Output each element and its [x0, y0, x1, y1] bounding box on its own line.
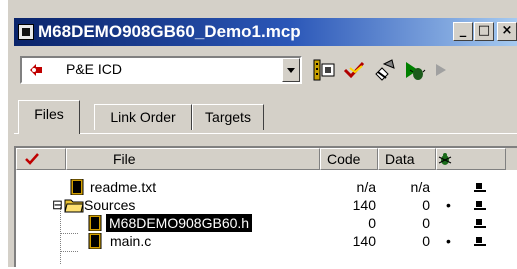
project-window: M68DEMO908GB60_Demo1.mcp _ □ × P&E ICD F… — [0, 0, 517, 267]
column-code[interactable]: Code — [320, 148, 378, 170]
tab-link-order[interactable]: Link Order — [94, 104, 192, 130]
collapse-icon[interactable]: ⊟ — [52, 196, 63, 214]
code-size: n/a — [356, 179, 376, 195]
debug-toggle-icon[interactable] — [474, 200, 486, 211]
folder-icon — [64, 199, 84, 213]
toolbar: P&E ICD — [14, 52, 517, 92]
data-size: 0 — [422, 215, 430, 231]
window-border — [8, 0, 12, 267]
target-icon — [30, 64, 42, 76]
data-size: n/a — [410, 179, 430, 195]
file-name: M68DEMO908GB60.h — [106, 214, 253, 232]
title-bar[interactable]: M68DEMO908GB60_Demo1.mcp _ □ × — [14, 18, 517, 46]
window-title: M68DEMO908GB60_Demo1.mcp — [38, 22, 301, 41]
file-list: File Code Data readme.txt n/a n/a ⊟ Sour… — [14, 146, 517, 267]
folder-name: Sources — [84, 197, 136, 213]
tree-branch — [60, 251, 78, 252]
file-icon — [70, 179, 84, 195]
column-data[interactable]: Data — [378, 148, 436, 170]
file-name: readme.txt — [90, 179, 157, 195]
table-row[interactable]: ⊟ Sources 140 0 • — [16, 196, 506, 214]
bug-icon — [438, 153, 452, 165]
data-size: 0 — [422, 233, 430, 249]
maximize-button[interactable]: □ — [474, 22, 494, 41]
code-size: 140 — [352, 233, 376, 249]
column-check[interactable] — [16, 148, 66, 170]
tab-bar: Files Link Order Targets — [14, 96, 517, 136]
minimize-button[interactable]: _ — [453, 22, 473, 41]
debug-toggle-icon[interactable] — [474, 218, 486, 229]
modified-dot: • — [446, 233, 451, 249]
tab-divider — [14, 133, 517, 134]
tab-targets[interactable]: Targets — [192, 104, 264, 130]
table-row[interactable]: readme.txt n/a n/a — [16, 178, 506, 196]
table-row[interactable]: main.c 140 0 • — [16, 232, 506, 250]
settings-icon[interactable] — [312, 58, 336, 82]
column-file[interactable]: File — [66, 148, 320, 170]
file-icon — [88, 215, 102, 231]
column-header: File Code Data — [16, 148, 517, 170]
column-debug[interactable] — [436, 148, 506, 170]
debug-toggle-icon[interactable] — [474, 182, 486, 193]
target-dropdown[interactable]: P&E ICD — [20, 56, 302, 84]
file-name: main.c — [110, 233, 152, 249]
table-row[interactable]: M68DEMO908GB60.h 0 0 — [16, 214, 506, 232]
make-icon[interactable] — [372, 58, 396, 82]
close-button[interactable]: × — [497, 22, 517, 41]
window-edge — [0, 0, 8, 267]
checkmark-icon — [25, 153, 39, 165]
debug-toggle-icon[interactable] — [474, 236, 486, 247]
code-size: 0 — [368, 215, 376, 231]
run-icon[interactable] — [430, 58, 454, 82]
sync-icon[interactable] — [342, 58, 366, 82]
project-icon — [18, 24, 34, 40]
chevron-down-icon[interactable] — [282, 58, 300, 82]
tab-files[interactable]: Files — [18, 100, 80, 134]
modified-dot: • — [446, 197, 451, 213]
target-label: P&E ICD — [66, 61, 123, 77]
file-icon — [88, 233, 102, 249]
data-size: 0 — [422, 197, 430, 213]
debug-icon[interactable] — [402, 58, 426, 82]
code-size: 140 — [352, 197, 376, 213]
